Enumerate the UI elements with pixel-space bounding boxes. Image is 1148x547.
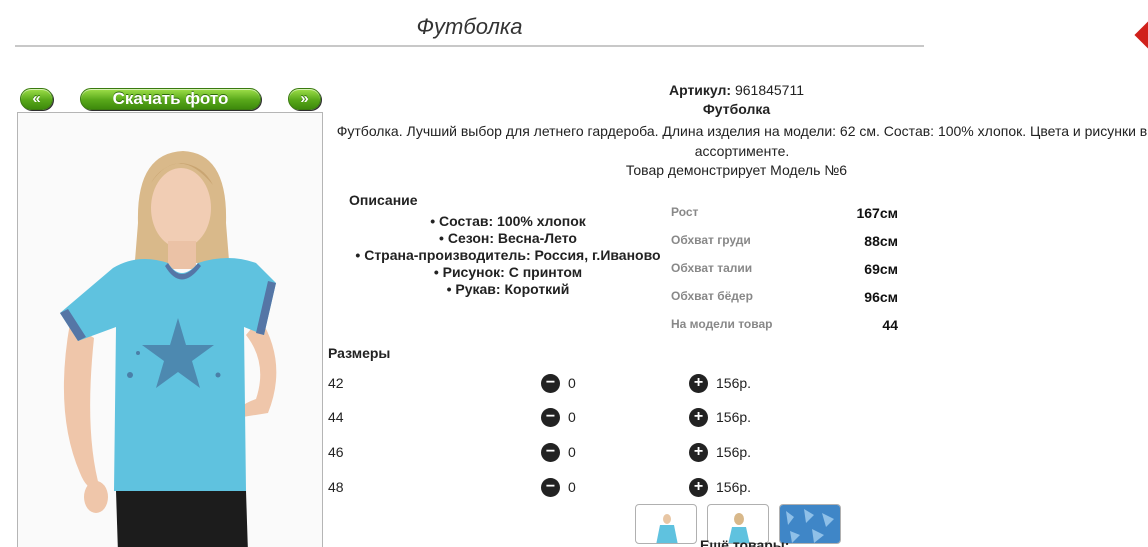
- features-title: Описание: [349, 192, 418, 208]
- product-name: Футболка: [702, 101, 771, 117]
- param-label: Обхват груди: [671, 233, 751, 247]
- param-value: 88см: [864, 233, 898, 249]
- plus-circle-icon[interactable]: +: [689, 408, 708, 427]
- minus-circle-icon[interactable]: −: [541, 374, 560, 393]
- product-photo: [17, 112, 323, 547]
- size-row: 48 − 0 + 156р.: [328, 478, 808, 499]
- size-label: 46: [328, 444, 344, 460]
- param-value: 167см: [856, 205, 898, 221]
- plus-circle-icon[interactable]: +: [689, 478, 708, 497]
- minus-circle-icon[interactable]: −: [541, 443, 560, 462]
- param-row: Обхват талии 69см: [671, 261, 901, 289]
- size-row: 42 − 0 + 156р.: [328, 374, 808, 395]
- model-params: Рост 167см Обхват груди 88см Обхват тали…: [671, 205, 901, 345]
- price-value: 156р.: [716, 409, 752, 425]
- feature-item: Состав: 100% хлопок: [340, 213, 676, 230]
- size-label: 48: [328, 479, 344, 495]
- plus-circle-icon[interactable]: +: [689, 443, 708, 462]
- minus-circle-icon[interactable]: −: [541, 408, 560, 427]
- param-row: На модели товар 44: [671, 317, 901, 345]
- plus-circle-icon[interactable]: +: [689, 374, 708, 393]
- quantity-value: 0: [568, 375, 576, 391]
- quantity-value: 0: [568, 409, 576, 425]
- model-demo-text: Товар демонстрирует Модель №6: [625, 162, 848, 178]
- sizes-title: Размеры: [328, 345, 391, 361]
- param-value: 69см: [864, 261, 898, 277]
- param-value: 44: [882, 317, 898, 333]
- param-label: Рост: [671, 205, 699, 219]
- param-label: Обхват талии: [671, 261, 753, 275]
- size-label: 44: [328, 409, 344, 425]
- close-icon[interactable]: [1134, 19, 1148, 51]
- param-label: Обхват бёдер: [671, 289, 753, 303]
- download-photo-button[interactable]: Скачать фото: [80, 88, 261, 110]
- param-row: Обхват груди 88см: [671, 233, 901, 261]
- size-row: 46 − 0 + 156р.: [328, 443, 808, 464]
- size-row: 44 − 0 + 156р.: [328, 408, 808, 429]
- price-value: 156р.: [716, 375, 752, 391]
- prev-photo-button[interactable]: «: [20, 88, 53, 110]
- product-photo-illustration: [18, 113, 322, 547]
- feature-item: Рисунок: С принтом: [340, 264, 676, 281]
- sku-value: 961845711: [734, 82, 805, 98]
- more-products-label: Ещё товары:: [700, 537, 790, 547]
- thumbnail-front[interactable]: [635, 504, 697, 544]
- sku-label: Артикул:: [668, 82, 732, 98]
- size-label: 42: [328, 375, 344, 391]
- quantity-value: 0: [568, 479, 576, 495]
- title-divider: [15, 45, 924, 47]
- features-list: Состав: 100% хлопок Сезон: Весна-Лето Ст…: [340, 213, 676, 298]
- param-value: 96см: [864, 289, 898, 305]
- feature-item: Страна-производитель: Россия, г.Иваново: [340, 247, 676, 264]
- feature-item: Рукав: Короткий: [340, 281, 676, 298]
- quantity-value: 0: [568, 444, 576, 460]
- param-label: На модели товар: [671, 317, 773, 331]
- param-row: Обхват бёдер 96см: [671, 289, 901, 317]
- feature-item: Сезон: Весна-Лето: [340, 230, 676, 247]
- price-value: 156р.: [716, 479, 752, 495]
- page-title: Футболка: [416, 14, 523, 39]
- price-value: 156р.: [716, 444, 752, 460]
- sku-line: Артикул: 961845711: [600, 82, 873, 98]
- minus-circle-icon[interactable]: −: [541, 478, 560, 497]
- thumbnail-image: [656, 514, 678, 543]
- param-row: Рост 167см: [671, 205, 901, 233]
- next-photo-button[interactable]: »: [288, 88, 321, 110]
- product-description: Футболка. Лучший выбор для летнего гарде…: [336, 123, 1148, 159]
